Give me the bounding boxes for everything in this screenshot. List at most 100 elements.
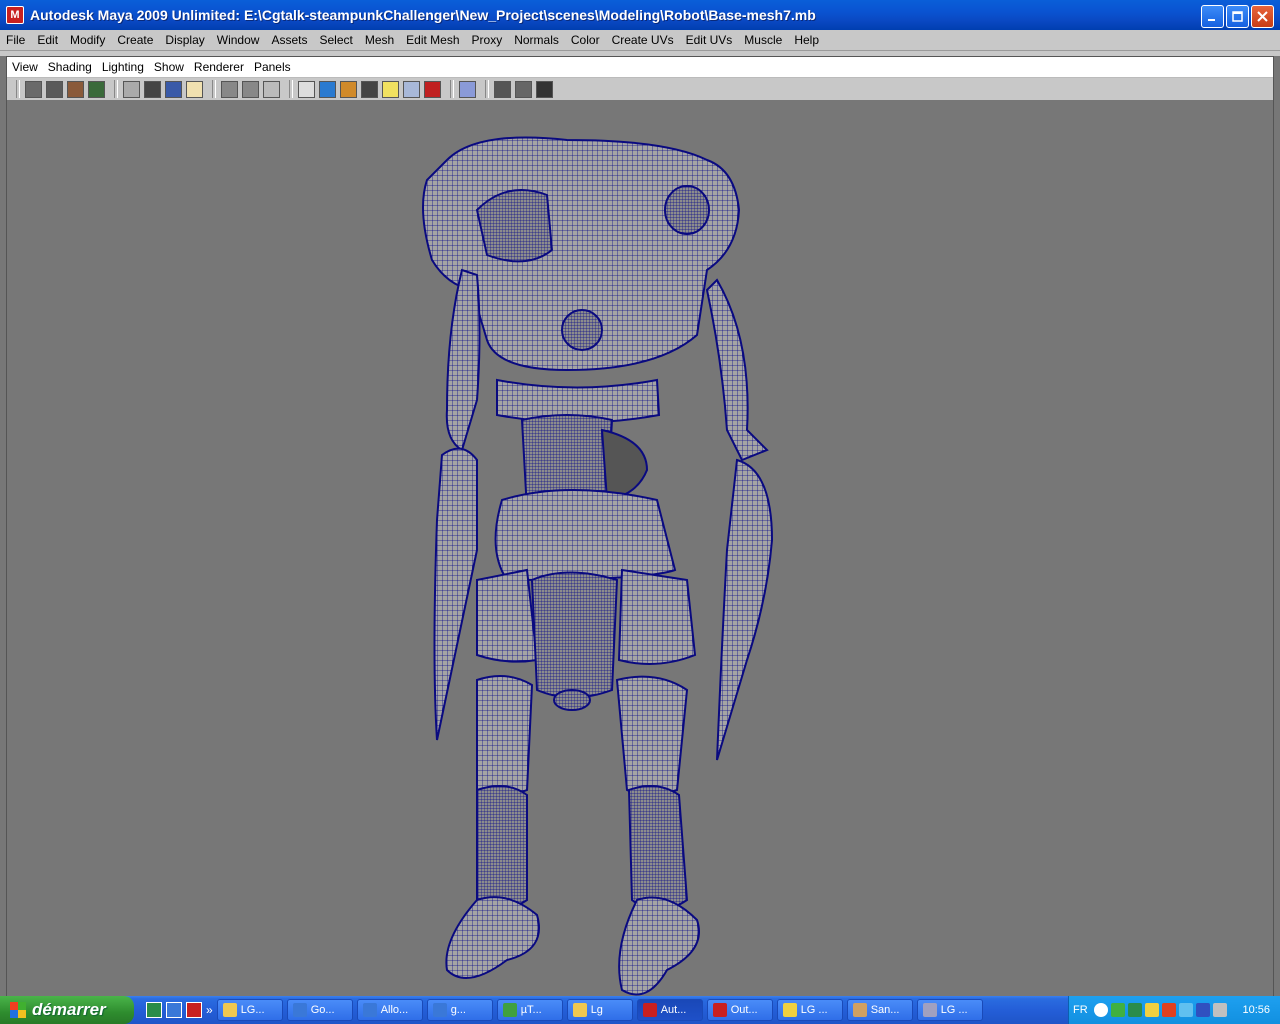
textured-icon[interactable]: [340, 80, 357, 98]
taskbar-item[interactable]: Lg: [566, 999, 633, 1021]
start-label: démarrer: [32, 1000, 106, 1019]
menu-create-uvs[interactable]: Create UVs: [606, 33, 680, 47]
toolbar-separator: [114, 80, 118, 98]
quick-launch-ie-icon[interactable]: [166, 1002, 182, 1018]
menu-edit-mesh[interactable]: Edit Mesh: [400, 33, 465, 47]
toolbar-separator: [450, 80, 454, 98]
maximize-button[interactable]: [1226, 5, 1249, 28]
camera-attributes-icon[interactable]: [46, 80, 63, 98]
isolate-select-icon[interactable]: [459, 80, 476, 98]
menu-assets[interactable]: Assets: [265, 33, 313, 47]
tray-expand-icon[interactable]: [1093, 1003, 1108, 1017]
maya-app-icon[interactable]: M: [6, 6, 24, 24]
safe-title-icon[interactable]: [263, 80, 280, 98]
panel-menu-shading[interactable]: Shading: [43, 60, 97, 74]
tray-volume-icon[interactable]: [1212, 1003, 1227, 1017]
maya-icon: [712, 1003, 727, 1017]
toolbar-separator: [485, 80, 489, 98]
menu-file[interactable]: File: [0, 33, 31, 47]
minimize-button[interactable]: [1201, 5, 1224, 28]
menu-color[interactable]: Color: [565, 33, 606, 47]
start-button[interactable]: démarrer: [0, 996, 134, 1024]
field-chart-icon[interactable]: [221, 80, 238, 98]
tray-utorrent-icon[interactable]: [1127, 1003, 1142, 1017]
toolbar-separator: [16, 80, 20, 98]
main-menu-bar: File Edit Modify Create Display Window A…: [0, 30, 1280, 51]
panel-menu-bar: View Shading Lighting Show Renderer Pane…: [7, 57, 1273, 78]
utorrent-icon: [502, 1003, 517, 1017]
tray-antivirus-icon[interactable]: [1161, 1003, 1176, 1017]
high-quality-icon[interactable]: [424, 80, 441, 98]
windows-taskbar: démarrer » LG... Go... Allo... g... µT..…: [0, 996, 1280, 1024]
bookmark-icon[interactable]: [67, 80, 84, 98]
taskbar-item[interactable]: g...: [426, 999, 493, 1021]
quick-launch-utorrent-icon[interactable]: [146, 1002, 162, 1018]
taskbar-item[interactable]: LG ...: [776, 999, 843, 1021]
grid-icon[interactable]: [123, 80, 140, 98]
menu-select[interactable]: Select: [313, 33, 358, 47]
perspective-viewport[interactable]: y z x: [7, 100, 1273, 997]
taskbar-item-active[interactable]: Aut...: [636, 999, 703, 1021]
menu-display[interactable]: Display: [159, 33, 210, 47]
robot-wireframe-model[interactable]: [7, 100, 1273, 997]
menu-edit[interactable]: Edit: [31, 33, 64, 47]
menu-muscle[interactable]: Muscle: [738, 33, 788, 47]
wireframe-icon[interactable]: [298, 80, 315, 98]
backface-icon[interactable]: [536, 80, 553, 98]
lights-icon[interactable]: [382, 80, 399, 98]
menu-mesh[interactable]: Mesh: [359, 33, 400, 47]
shadow-icon[interactable]: [361, 80, 378, 98]
taskbar-item[interactable]: San...: [846, 999, 913, 1021]
app-icon: [922, 1003, 937, 1017]
taskbar-item[interactable]: LG...: [216, 999, 283, 1021]
wireframe-on-shaded-icon[interactable]: [494, 80, 511, 98]
panel-toolbar: [7, 78, 1273, 100]
taskbar-item[interactable]: Go...: [286, 999, 353, 1021]
panel-menu-panels[interactable]: Panels: [249, 60, 296, 74]
folder-icon: [572, 1003, 587, 1017]
film-gate-icon[interactable]: [144, 80, 161, 98]
ie-icon: [292, 1003, 307, 1017]
taskbar-item[interactable]: LG ...: [916, 999, 983, 1021]
menu-create[interactable]: Create: [111, 33, 159, 47]
tray-security-icon[interactable]: [1144, 1003, 1159, 1017]
minimize-icon: [1208, 19, 1215, 21]
menu-window[interactable]: Window: [211, 33, 266, 47]
quick-launch-maya-icon[interactable]: [186, 1002, 202, 1018]
title-bar: M Autodesk Maya 2009 Unlimited: E:\Cgtal…: [0, 0, 1280, 30]
panel-menu-renderer[interactable]: Renderer: [189, 60, 249, 74]
menu-help[interactable]: Help: [788, 33, 825, 47]
menu-proxy[interactable]: Proxy: [466, 33, 509, 47]
folder-icon: [222, 1003, 237, 1017]
tray-display-icon[interactable]: [1195, 1003, 1210, 1017]
image-plane-icon[interactable]: [88, 80, 105, 98]
gate-mask-icon[interactable]: [186, 80, 203, 98]
taskbar-item[interactable]: Out...: [706, 999, 773, 1021]
close-icon: [1257, 11, 1268, 22]
menu-normals[interactable]: Normals: [508, 33, 565, 47]
bounding-box-icon[interactable]: [515, 80, 532, 98]
language-indicator[interactable]: FR: [1073, 1004, 1088, 1016]
panel-menu-show[interactable]: Show: [149, 60, 189, 74]
xray-icon[interactable]: [403, 80, 420, 98]
tray-network-icon[interactable]: [1110, 1003, 1125, 1017]
resolution-gate-icon[interactable]: [165, 80, 182, 98]
windows-logo-icon: [10, 1002, 26, 1018]
quick-launch: »: [146, 1002, 213, 1018]
panel-menu-view[interactable]: View: [7, 60, 43, 74]
quick-launch-more[interactable]: »: [206, 1003, 213, 1017]
taskbar-item[interactable]: µT...: [496, 999, 563, 1021]
maya-icon: [642, 1003, 657, 1017]
window-title: Autodesk Maya 2009 Unlimited: E:\Cgtalk-…: [30, 7, 816, 23]
safe-action-icon[interactable]: [242, 80, 259, 98]
menu-edit-uvs[interactable]: Edit UVs: [680, 33, 739, 47]
toolbar-separator: [289, 80, 293, 98]
taskbar-clock[interactable]: 10:56: [1242, 1004, 1270, 1016]
taskbar-item[interactable]: Allo...: [356, 999, 423, 1021]
tray-messenger-icon[interactable]: [1178, 1003, 1193, 1017]
smooth-shade-icon[interactable]: [319, 80, 336, 98]
panel-menu-lighting[interactable]: Lighting: [97, 60, 149, 74]
close-button[interactable]: [1251, 5, 1274, 28]
menu-modify[interactable]: Modify: [64, 33, 111, 47]
camera-select-icon[interactable]: [25, 80, 42, 98]
